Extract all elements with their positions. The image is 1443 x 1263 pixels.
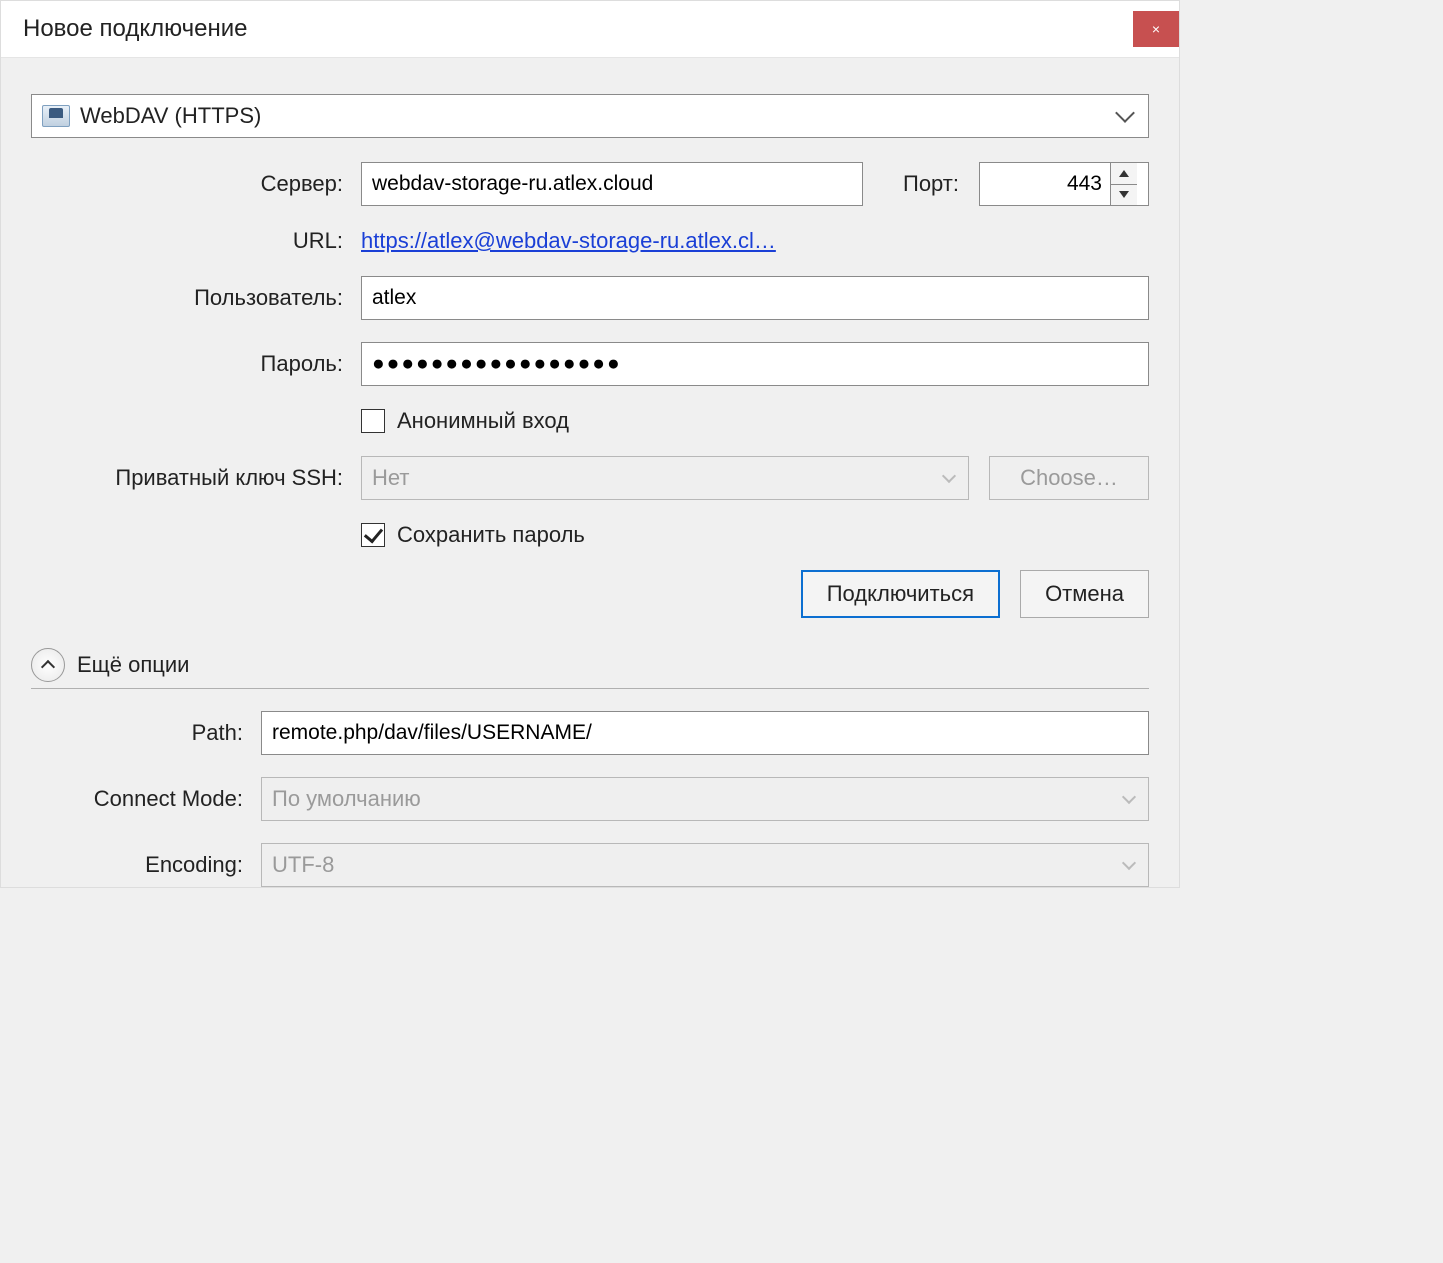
port-label: Порт: (903, 171, 959, 197)
chevron-down-icon (1115, 103, 1135, 123)
more-options-header: Ещё опции (31, 648, 1149, 689)
ssh-label: Приватный ключ SSH: (31, 465, 361, 491)
dialog-body: WebDAV (HTTPS) Сервер: Порт: (1, 58, 1179, 887)
row-connect-mode: Connect Mode: По умолчанию (31, 777, 1149, 821)
collapse-button[interactable] (31, 648, 65, 682)
port-down-button[interactable] (1111, 185, 1137, 206)
close-button[interactable]: × (1133, 11, 1179, 47)
form: Сервер: Порт: URL: https://a (31, 162, 1149, 887)
row-encoding: Encoding: UTF-8 (31, 843, 1149, 887)
row-password: Пароль: (31, 342, 1149, 386)
path-input[interactable] (261, 711, 1149, 755)
triangle-down-icon (1119, 191, 1129, 198)
more-options-section: Path: Connect Mode: По умолчанию (31, 711, 1149, 887)
titlebar: Новое подключение × (1, 1, 1179, 58)
disk-icon (42, 105, 70, 127)
encoding-value: UTF-8 (272, 852, 334, 878)
user-input[interactable] (361, 276, 1149, 320)
port-box (979, 162, 1149, 206)
chevron-down-icon (1122, 790, 1136, 804)
password-input[interactable] (361, 342, 1149, 386)
server-input[interactable] (361, 162, 863, 206)
password-label: Пароль: (31, 351, 361, 377)
button-row: Подключиться Отмена (31, 570, 1149, 618)
port-up-button[interactable] (1111, 163, 1137, 185)
protocol-dropdown[interactable]: WebDAV (HTTPS) (31, 94, 1149, 138)
connection-dialog: Новое подключение × WebDAV (HTTPS) Серве… (0, 0, 1180, 888)
chevron-down-icon (1122, 856, 1136, 870)
row-anon: Анонимный вход (31, 408, 1149, 434)
cancel-label: Отмена (1045, 581, 1124, 607)
url-label: URL: (31, 228, 361, 254)
row-server: Сервер: Порт: (31, 162, 1149, 206)
connect-label: Подключиться (827, 581, 974, 607)
triangle-up-icon (1119, 170, 1129, 177)
cancel-button[interactable]: Отмена (1020, 570, 1149, 618)
row-ssh: Приватный ключ SSH: Нет Choose… (31, 456, 1149, 500)
row-user: Пользователь: (31, 276, 1149, 320)
connect-button[interactable]: Подключиться (801, 570, 1000, 618)
port-input[interactable] (980, 163, 1110, 205)
port-spinner (1110, 163, 1137, 205)
row-url: URL: https://atlex@webdav-storage-ru.atl… (31, 228, 1149, 254)
save-password-label: Сохранить пароль (397, 522, 585, 548)
path-label: Path: (31, 720, 261, 746)
connect-mode-label: Connect Mode: (31, 786, 261, 812)
window-title: Новое подключение (23, 15, 247, 43)
row-savepw: Сохранить пароль (31, 522, 1149, 548)
anon-checkbox[interactable] (361, 409, 385, 433)
protocol-label: WebDAV (HTTPS) (80, 103, 1118, 129)
connect-mode-value: По умолчанию (272, 786, 421, 812)
user-label: Пользователь: (31, 285, 361, 311)
row-path: Path: (31, 711, 1149, 755)
more-options-title: Ещё опции (77, 652, 189, 678)
encoding-label: Encoding: (31, 852, 261, 878)
chevron-up-icon (41, 660, 55, 674)
connect-mode-dropdown: По умолчанию (261, 777, 1149, 821)
encoding-dropdown: UTF-8 (261, 843, 1149, 887)
choose-button: Choose… (989, 456, 1149, 500)
url-link[interactable]: https://atlex@webdav-storage-ru.atlex.cl… (361, 228, 776, 254)
anon-label: Анонимный вход (397, 408, 569, 434)
ssh-key-dropdown: Нет (361, 456, 969, 500)
close-icon: × (1152, 21, 1160, 37)
server-label: Сервер: (31, 171, 361, 197)
chevron-down-icon (942, 469, 956, 483)
choose-label: Choose… (1020, 465, 1118, 491)
save-password-checkbox[interactable] (361, 523, 385, 547)
ssh-none-label: Нет (372, 465, 409, 491)
